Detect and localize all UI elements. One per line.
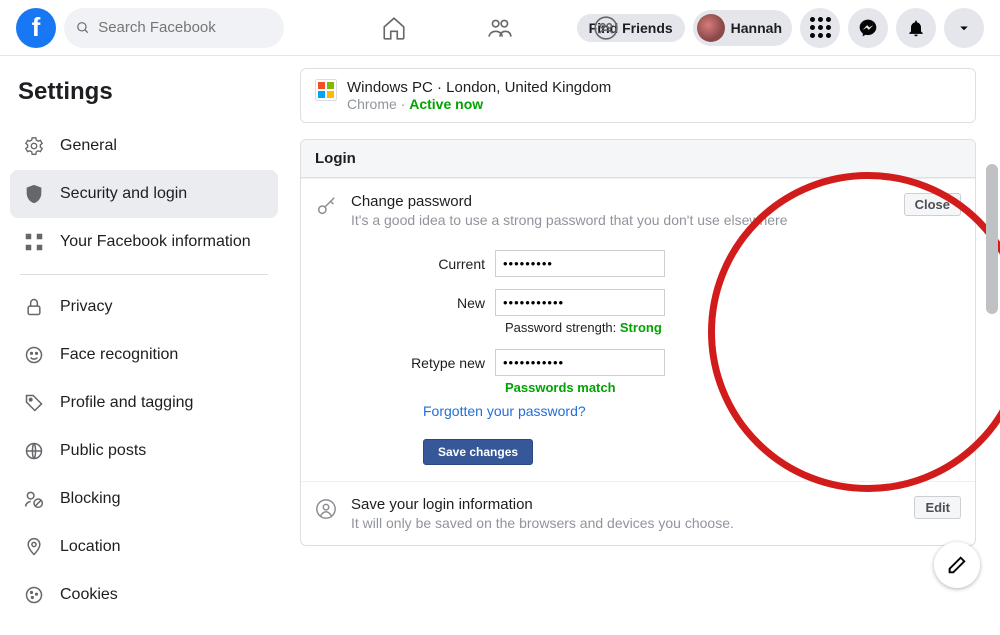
tag-icon bbox=[20, 389, 48, 417]
username: Hannah bbox=[731, 20, 782, 36]
save-changes-button[interactable]: Save changes bbox=[423, 439, 533, 465]
edit-button[interactable]: Edit bbox=[914, 496, 961, 519]
home-icon[interactable] bbox=[381, 15, 407, 41]
sidebar-item-label: Blocking bbox=[60, 490, 120, 508]
sidebar-item-face[interactable]: Face recognition bbox=[10, 331, 278, 379]
session-title: Windows PC · London, United Kingdom bbox=[347, 79, 611, 96]
gear-icon bbox=[20, 132, 48, 160]
session-status: Active now bbox=[409, 96, 483, 112]
face-icon bbox=[20, 341, 48, 369]
bell-icon bbox=[906, 18, 926, 38]
sidebar-item-your-info[interactable]: Your Facebook information bbox=[10, 218, 278, 266]
current-password-label: Current bbox=[315, 256, 495, 272]
sidebar-item-label: Face recognition bbox=[60, 346, 178, 364]
shield-icon bbox=[20, 180, 48, 208]
forgot-password-link[interactable]: Forgotten your password? bbox=[423, 403, 586, 419]
sidebar-item-general[interactable]: General bbox=[10, 122, 278, 170]
cookie-icon bbox=[20, 581, 48, 609]
scrollbar[interactable] bbox=[986, 164, 998, 314]
menu-button[interactable] bbox=[800, 8, 840, 48]
search-icon bbox=[76, 20, 90, 36]
groups-icon[interactable] bbox=[593, 15, 619, 41]
change-password-subtitle: It's a good idea to use a strong passwor… bbox=[351, 212, 892, 228]
center-nav bbox=[381, 15, 619, 41]
globe-icon bbox=[20, 437, 48, 465]
save-login-subtitle: It will only be saved on the browsers an… bbox=[351, 515, 902, 531]
sidebar-item-security[interactable]: Security and login bbox=[10, 170, 278, 218]
session-subtitle: Chrome · Active now bbox=[347, 96, 611, 112]
passwords-match: Passwords match bbox=[505, 380, 961, 395]
avatar bbox=[697, 14, 725, 42]
sidebar-item-blocking[interactable]: Blocking bbox=[10, 475, 278, 523]
sidebar-item-label: Profile and tagging bbox=[60, 394, 193, 412]
close-button[interactable]: Close bbox=[904, 193, 961, 216]
lock-icon bbox=[20, 293, 48, 321]
profile-button[interactable]: Hannah bbox=[693, 10, 792, 46]
sidebar-item-tagging[interactable]: Profile and tagging bbox=[10, 379, 278, 427]
new-password-label: New bbox=[315, 295, 495, 311]
location-icon bbox=[20, 533, 48, 561]
friends-icon[interactable] bbox=[487, 15, 513, 41]
strength-value: Strong bbox=[620, 320, 662, 335]
new-password-input[interactable] bbox=[495, 289, 665, 316]
facebook-logo[interactable]: f bbox=[16, 8, 56, 48]
settings-sidebar: Settings General Security and login Your… bbox=[0, 56, 288, 635]
change-password-title: Change password bbox=[351, 193, 892, 210]
sidebar-item-label: Location bbox=[60, 538, 121, 556]
sidebar-item-label: Your Facebook information bbox=[60, 233, 251, 251]
save-login-row: Save your login information It will only… bbox=[301, 481, 975, 545]
edit-fab[interactable] bbox=[934, 542, 980, 588]
login-section: Login Change password It's a good idea t… bbox=[300, 139, 976, 546]
sidebar-item-location[interactable]: Location bbox=[10, 523, 278, 571]
password-strength: Password strength: Strong bbox=[505, 320, 961, 335]
sidebar-item-cookies[interactable]: Cookies bbox=[10, 571, 278, 619]
block-icon bbox=[20, 485, 48, 513]
windows-icon bbox=[315, 79, 337, 101]
account-menu-button[interactable] bbox=[944, 8, 984, 48]
key-icon bbox=[315, 195, 339, 219]
main-content: Windows PC · London, United Kingdom Chro… bbox=[288, 56, 1000, 635]
search-input[interactable] bbox=[98, 19, 272, 36]
page-title: Settings bbox=[10, 72, 278, 122]
sidebar-item-privacy[interactable]: Privacy bbox=[10, 283, 278, 331]
sidebar-item-label: Cookies bbox=[60, 586, 118, 604]
top-nav: f Find Friends Hannah bbox=[0, 0, 1000, 56]
grid-info-icon bbox=[20, 228, 48, 256]
sidebar-item-public[interactable]: Public posts bbox=[10, 427, 278, 475]
grid-icon bbox=[810, 17, 831, 38]
save-login-title: Save your login information bbox=[351, 496, 902, 513]
login-header: Login bbox=[301, 140, 975, 178]
current-password-input[interactable] bbox=[495, 250, 665, 277]
notifications-button[interactable] bbox=[896, 8, 936, 48]
active-session-card: Windows PC · London, United Kingdom Chro… bbox=[300, 68, 976, 123]
change-password-form: Current New Password strength: Strong Re… bbox=[301, 242, 975, 481]
sidebar-item-label: General bbox=[60, 137, 117, 155]
change-password-row: Change password It's a good idea to use … bbox=[301, 178, 975, 242]
retype-password-label: Retype new bbox=[315, 355, 495, 371]
sidebar-item-label: Public posts bbox=[60, 442, 146, 460]
messenger-button[interactable] bbox=[848, 8, 888, 48]
chevron-down-icon bbox=[955, 19, 973, 37]
retype-password-input[interactable] bbox=[495, 349, 665, 376]
sidebar-item-label: Privacy bbox=[60, 298, 112, 316]
messenger-icon bbox=[858, 18, 878, 38]
sidebar-item-label: Security and login bbox=[60, 185, 187, 203]
top-right-controls: Find Friends Hannah bbox=[577, 8, 984, 48]
search-field[interactable] bbox=[64, 8, 284, 48]
compose-icon bbox=[946, 554, 968, 576]
person-icon bbox=[315, 498, 339, 522]
sidebar-divider bbox=[20, 274, 268, 275]
